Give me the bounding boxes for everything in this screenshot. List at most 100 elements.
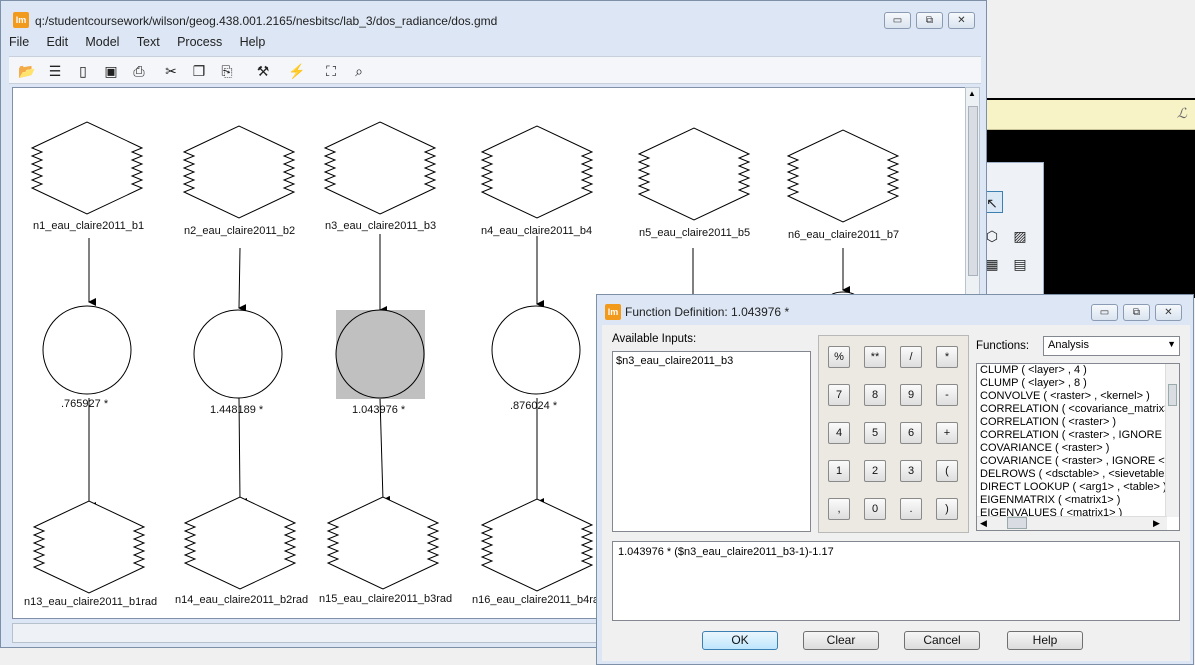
restore-button[interactable]: ⧉ — [916, 12, 943, 29]
dialog-restore-button[interactable]: ⧉ — [1123, 304, 1150, 321]
expression-editor[interactable]: 1.043976 * ($n3_eau_claire2011_b3-1)-1.1… — [612, 541, 1180, 621]
help-button[interactable]: Help — [1007, 631, 1083, 650]
function-node-4[interactable] — [491, 305, 581, 395]
ok-button[interactable]: OK — [702, 631, 778, 650]
functions-horizontal-scrollbar[interactable]: ◀ ▶ — [977, 516, 1167, 530]
minimize-button[interactable]: ▭ — [884, 12, 911, 29]
raster-label-n2: n2_eau_claire2011_b2 — [184, 225, 296, 237]
functions-list[interactable]: CLUMP ( <layer> , 4 ) CLUMP ( <layer> , … — [976, 363, 1180, 531]
run-lightning-icon[interactable]: ⚡ — [287, 61, 307, 81]
print-icon[interactable]: ⎙ — [129, 61, 149, 81]
key-close-paren[interactable]: ) — [936, 498, 958, 520]
menu-help[interactable]: Help — [240, 35, 266, 49]
key-3[interactable]: 3 — [900, 460, 922, 482]
key-minus[interactable]: - — [936, 384, 958, 406]
scroll-left-arrow-icon[interactable]: ◀ — [980, 518, 987, 529]
key-multiply[interactable]: * — [936, 346, 958, 368]
key-percent[interactable]: % — [828, 346, 850, 368]
hammer-icon[interactable]: ⚒ — [253, 61, 273, 81]
key-2[interactable]: 2 — [864, 460, 886, 482]
copy-icon[interactable]: ❐ — [189, 61, 209, 81]
key-5[interactable]: 5 — [864, 422, 886, 444]
scrollbar-thumb[interactable] — [968, 106, 978, 276]
raster-label-n16: n16_eau_claire2011_b4rad — [472, 594, 606, 606]
menu-edit[interactable]: Edit — [47, 35, 69, 49]
zoom-extent-icon[interactable]: ⛶ — [321, 61, 341, 81]
background-toolbar: ℒ — [985, 100, 1195, 130]
key-9[interactable]: 9 — [900, 384, 922, 406]
menu-bar: File Edit Model Text Process Help — [9, 35, 279, 53]
key-6[interactable]: 6 — [900, 422, 922, 444]
function-item[interactable]: DELROWS ( <dsctable> , <sievetable> ) — [977, 468, 1179, 481]
menu-file[interactable]: File — [9, 35, 29, 49]
key-4[interactable]: 4 — [828, 422, 850, 444]
function-item[interactable]: DIRECT LOOKUP ( <arg1> , <table> ) — [977, 481, 1179, 494]
close-button[interactable]: ✕ — [948, 12, 975, 29]
menu-process[interactable]: Process — [177, 35, 222, 49]
raster-node-n13[interactable] — [32, 500, 146, 594]
function-item[interactable]: COVARIANCE ( <raster> , IGNORE <value> ) — [977, 455, 1179, 468]
key-1[interactable]: 1 — [828, 460, 850, 482]
function-item[interactable]: CORRELATION ( <raster> ) — [977, 416, 1179, 429]
function-item[interactable]: CONVOLVE ( <raster> , <kernel> ) — [977, 390, 1179, 403]
key-0[interactable]: 0 — [864, 498, 886, 520]
key-comma[interactable]: , — [828, 498, 850, 520]
key-decimal[interactable]: . — [900, 498, 922, 520]
raster-label-n13: n13_eau_claire2011_b1rad — [24, 596, 158, 608]
chevron-down-icon: ▼ — [1167, 339, 1176, 349]
paste-icon[interactable]: ⎘ — [217, 61, 237, 81]
open-icon[interactable]: 📂 — [17, 61, 37, 81]
scrollbar-thumb[interactable] — [1168, 384, 1177, 406]
available-input-item[interactable]: $n3_eau_claire2011_b3 — [616, 355, 807, 367]
key-plus[interactable]: + — [936, 422, 958, 444]
save-icon[interactable]: ▣ — [101, 61, 121, 81]
function-item[interactable]: EIGENMATRIX ( <matrix1> ) — [977, 494, 1179, 507]
scrollbar-thumb[interactable] — [1007, 517, 1027, 529]
raster-node-n5[interactable] — [637, 127, 751, 221]
menu-text[interactable]: Text — [137, 35, 160, 49]
raster-node-n1[interactable] — [30, 121, 144, 215]
raster-node-n15[interactable] — [326, 496, 440, 590]
raster-node-n6[interactable] — [786, 129, 900, 223]
dialog-close-button[interactable]: ✕ — [1155, 304, 1182, 321]
raster-label-n15: n15_eau_claire2011_b3rad — [319, 593, 453, 605]
function-item[interactable]: CORRELATION ( <covariance_matrix> ) — [977, 403, 1179, 416]
table-icon[interactable]: ▤ — [1009, 253, 1031, 275]
vector-icon[interactable]: ▨ — [1009, 225, 1031, 247]
scroll-right-arrow-icon[interactable]: ▶ — [1153, 518, 1160, 529]
menu-model[interactable]: Model — [85, 35, 119, 49]
function-item[interactable]: COVARIANCE ( <raster> ) — [977, 442, 1179, 455]
key-open-paren[interactable]: ( — [936, 460, 958, 482]
key-8[interactable]: 8 — [864, 384, 886, 406]
key-divide[interactable]: / — [900, 346, 922, 368]
raster-node-n3[interactable] — [323, 121, 437, 215]
raster-label-n5: n5_eau_claire2011_b5 — [639, 227, 751, 239]
functions-category-select[interactable]: Analysis ▼ — [1043, 336, 1180, 356]
function-node-1[interactable] — [42, 305, 132, 395]
scroll-up-arrow-icon[interactable]: ▲ — [968, 89, 976, 98]
raster-label-n6: n6_eau_claire2011_b7 — [788, 229, 900, 241]
raster-node-n2[interactable] — [182, 125, 296, 219]
function-item[interactable]: CLUMP ( <layer> , 4 ) — [977, 364, 1179, 377]
key-power[interactable]: ** — [864, 346, 886, 368]
key-7[interactable]: 7 — [828, 384, 850, 406]
function-node-3[interactable] — [335, 309, 425, 399]
function-item[interactable]: CORRELATION ( <raster> , IGNORE <value> … — [977, 429, 1179, 442]
raster-node-n14[interactable] — [183, 496, 297, 590]
raster-node-n4[interactable] — [480, 125, 594, 219]
function-node-2[interactable] — [193, 309, 283, 399]
functions-vertical-scrollbar[interactable] — [1165, 364, 1179, 517]
cut-icon[interactable]: ✂ — [161, 61, 181, 81]
raster-node-n16[interactable] — [480, 498, 594, 592]
cancel-button[interactable]: Cancel — [904, 631, 980, 650]
link-icon[interactable]: ℒ — [1177, 105, 1187, 122]
dialog-minimize-button[interactable]: ▭ — [1091, 304, 1118, 321]
zoom-icon[interactable]: ⌕ — [349, 61, 369, 81]
clear-button[interactable]: Clear — [803, 631, 879, 650]
new-icon[interactable]: ▯ — [73, 61, 93, 81]
raster-label-n1: n1_eau_claire2011_b1 — [33, 220, 145, 232]
available-inputs-list[interactable]: $n3_eau_claire2011_b3 — [612, 351, 811, 532]
open-model-icon[interactable]: ☰ — [45, 61, 65, 81]
function-item[interactable]: CLUMP ( <layer> , 8 ) — [977, 377, 1179, 390]
toolbar: 📂 ☰ ▯ ▣ ⎙ ✂ ❐ ⎘ ⚒ ⚡ ⛶ ⌕ — [9, 56, 981, 84]
